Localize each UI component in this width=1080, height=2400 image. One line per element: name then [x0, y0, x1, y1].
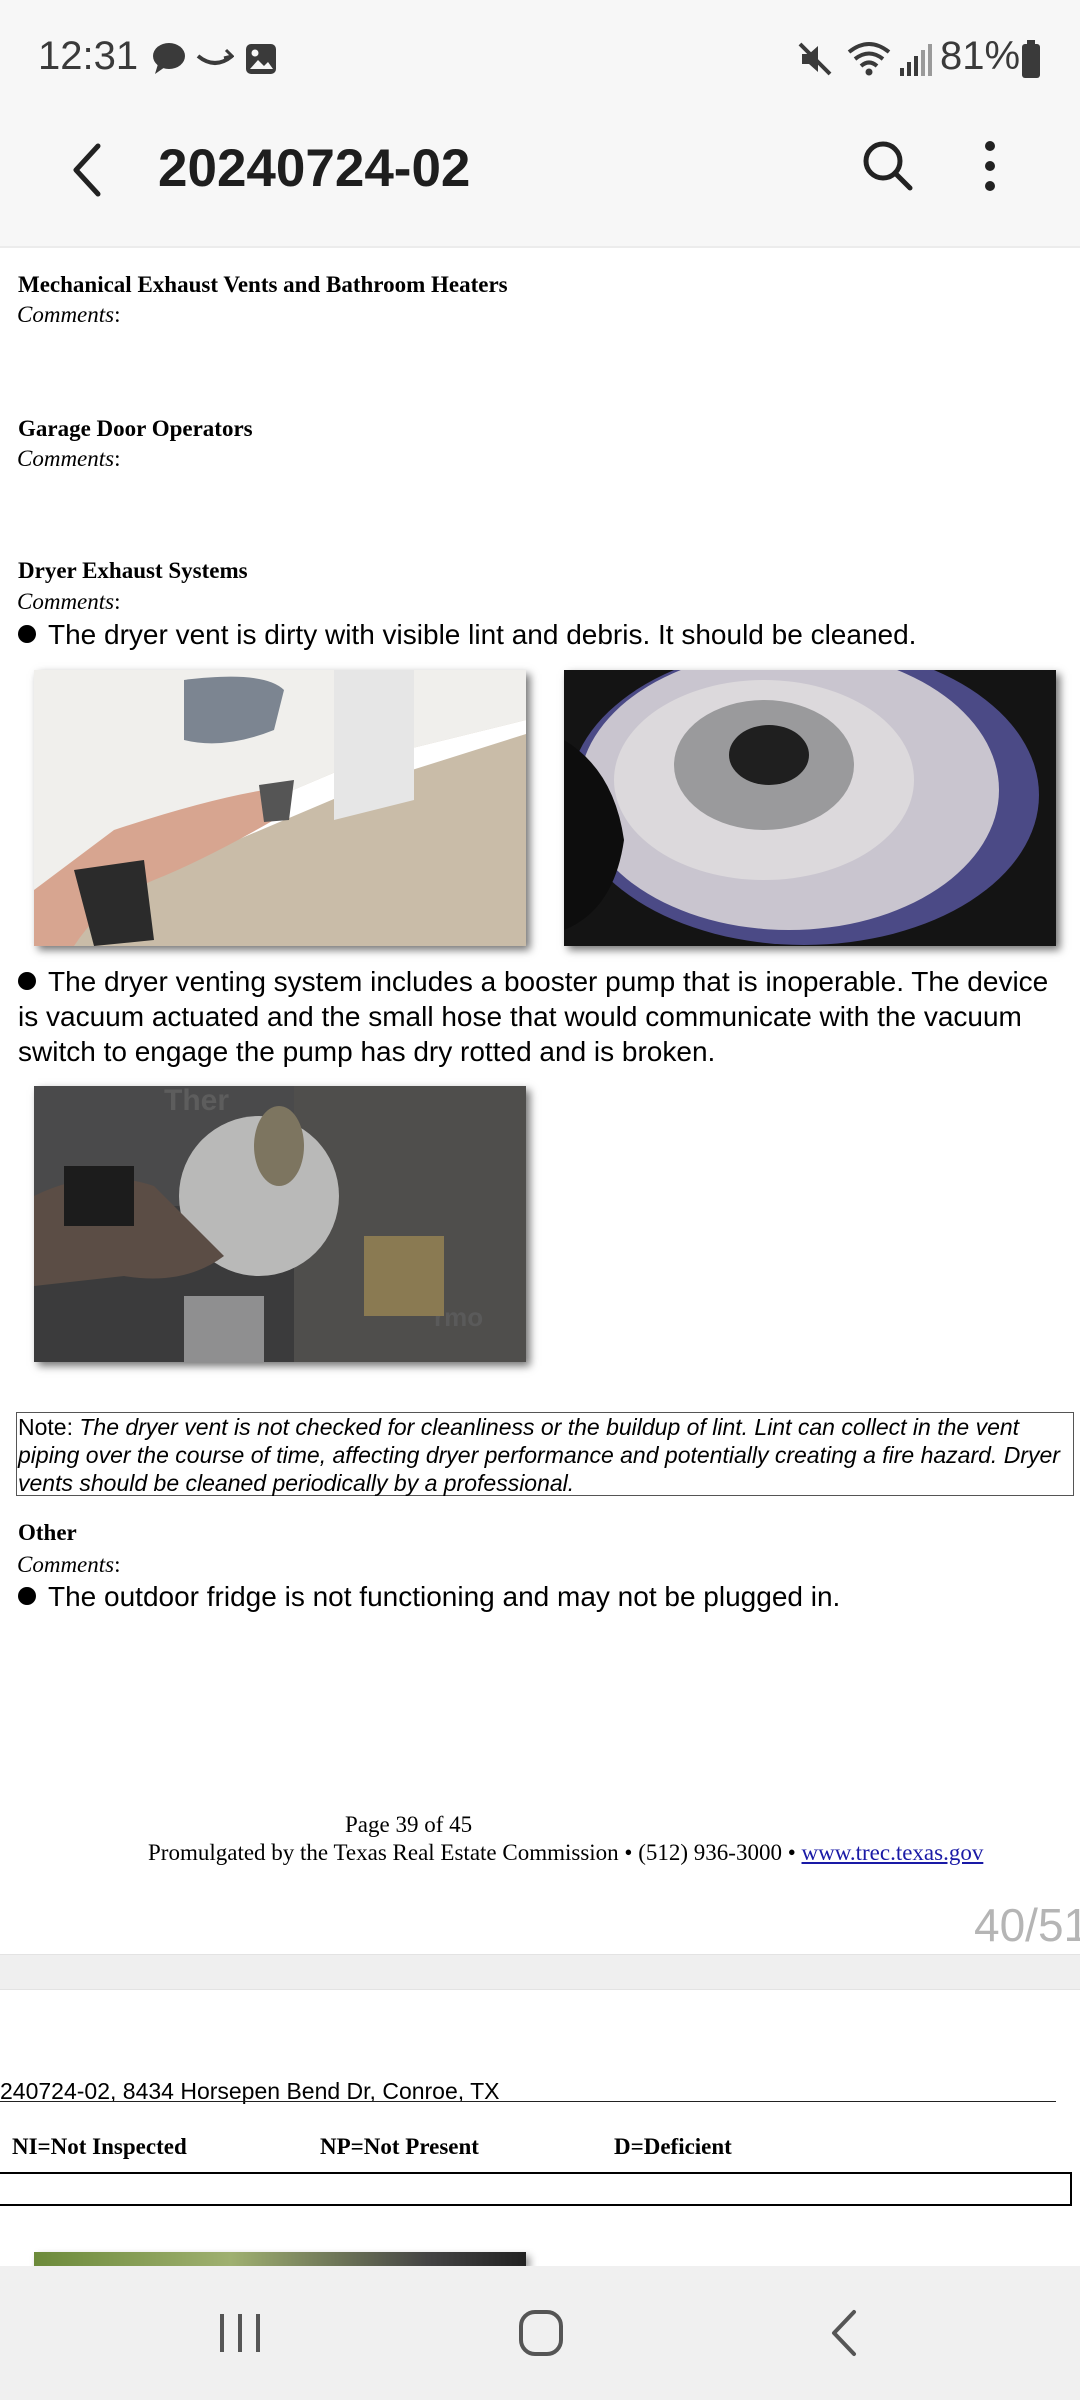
- note-text: Note: The dryer vent is not checked for …: [18, 1414, 1060, 1496]
- battery-percent: 81%: [940, 34, 1021, 78]
- bullet-dot: [18, 624, 36, 643]
- legend-d: D=Deficient: [614, 2134, 732, 2159]
- comments-label: Comments:: [17, 1552, 121, 1577]
- chat-bubble-icon: [153, 43, 185, 74]
- section-heading: Garage Door Operators: [18, 416, 253, 441]
- page-separator: [0, 1954, 1080, 1990]
- home-icon[interactable]: [516, 2306, 566, 2360]
- booster-pump-photo[interactable]: Ther rmo: [34, 1086, 526, 1362]
- bullet-dot: [18, 971, 36, 990]
- bullet-dot: [18, 1586, 36, 1605]
- comments-label: Comments:: [17, 302, 121, 327]
- status-time: 12:31: [38, 34, 139, 78]
- dryer-vent-photo-1[interactable]: [34, 670, 526, 946]
- photo-text: Ther: [164, 1086, 229, 1117]
- search-icon[interactable]: [858, 136, 918, 196]
- document-title: 20240724-02: [158, 139, 471, 198]
- back-icon[interactable]: [824, 2306, 864, 2360]
- dryer-vent-photo-2[interactable]: [564, 670, 1056, 946]
- header-rule: [0, 2101, 1056, 2102]
- legend-np: NP=Not Present: [320, 2134, 479, 2159]
- list-item: The outdoor fridge is not functioning an…: [18, 1579, 1068, 1614]
- footer-promulgated: Promulgated by the Texas Real Estate Com…: [148, 1840, 984, 1865]
- section-heading: Dryer Exhaust Systems: [18, 558, 248, 583]
- section-heading: Other: [18, 1520, 77, 1545]
- section-heading: Mechanical Exhaust Vents and Bathroom He…: [18, 272, 508, 297]
- comments-label: Comments:: [17, 446, 121, 471]
- page-number: Page 39 of 45: [345, 1812, 473, 1837]
- list-item: The dryer vent is dirty with visible lin…: [18, 617, 1068, 652]
- wifi-icon: [847, 42, 891, 76]
- image-icon: [246, 44, 276, 74]
- smile-icon: [196, 48, 234, 65]
- recents-icon[interactable]: [214, 2308, 266, 2358]
- page-counter: 40/51: [974, 1899, 1080, 1951]
- legend-ni: NI=Not Inspected: [12, 2134, 187, 2159]
- more-vert-icon[interactable]: [974, 136, 1006, 196]
- next-page-photo[interactable]: [34, 2252, 526, 2266]
- list-item: The dryer venting system includes a boos…: [18, 966, 1049, 1067]
- trec-link[interactable]: www.trec.texas.gov: [802, 1840, 984, 1865]
- mute-icon: [798, 42, 832, 76]
- comments-label: Comments:: [17, 589, 121, 614]
- back-button[interactable]: [62, 138, 110, 202]
- battery-icon: [1022, 40, 1040, 78]
- signal-icon: [900, 44, 932, 76]
- legend-box: [0, 2172, 1072, 2206]
